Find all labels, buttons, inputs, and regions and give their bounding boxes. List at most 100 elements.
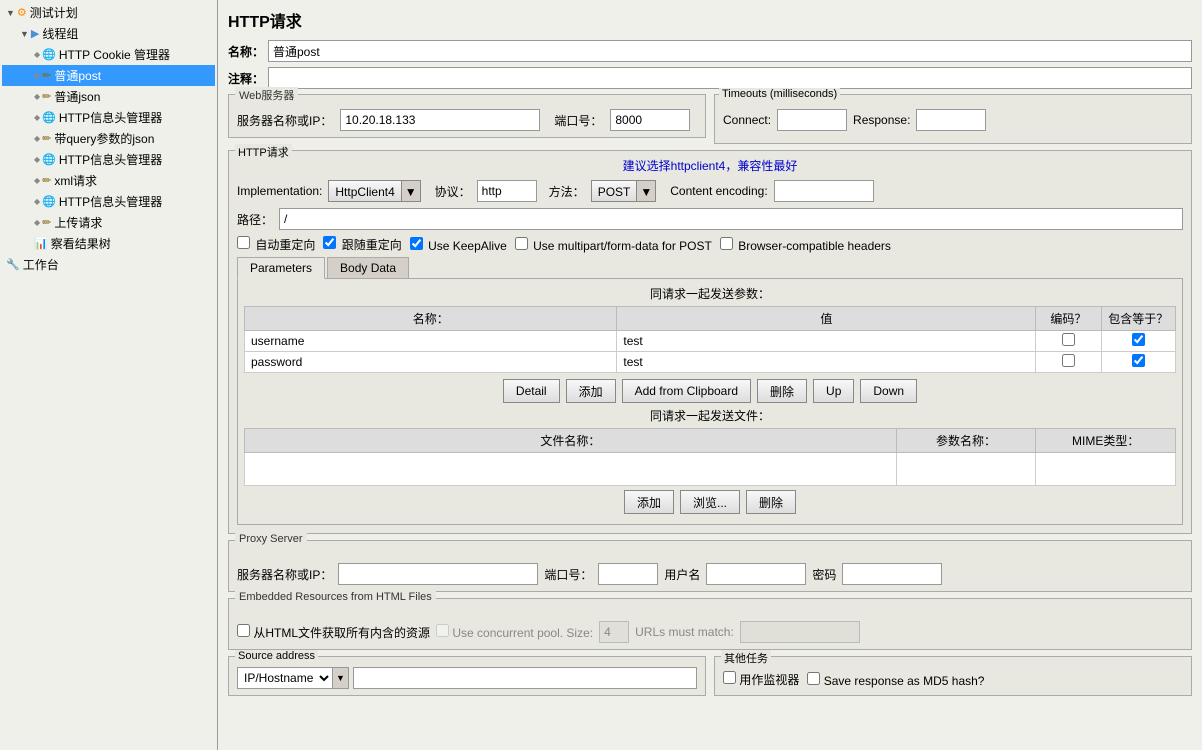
detail-button[interactable]: Detail <box>503 379 560 403</box>
impl-label: Implementation: <box>237 184 322 198</box>
name-row: 名称： <box>228 40 1192 62</box>
param-name-1: password <box>245 352 617 373</box>
sidebar-label-xml-request: xml请求 <box>54 172 97 189</box>
sidebar-item-upload[interactable]: ◆✏上传请求 <box>2 212 215 233</box>
col-value-header: 值 <box>617 307 1036 331</box>
pool-checkbox[interactable] <box>436 624 449 637</box>
port-input[interactable] <box>610 109 690 131</box>
param-encode-0[interactable] <box>1036 331 1101 352</box>
multipart-label[interactable]: Use multipart/form-data for POST <box>515 237 712 253</box>
delete-param-button[interactable]: 删除 <box>757 379 807 403</box>
sidebar-icon-workbench: 🔧 <box>6 258 20 271</box>
up-button[interactable]: Up <box>813 379 854 403</box>
file-section-label: 同请求一起发送文件： <box>244 407 1176 424</box>
sidebar-item-thread-group[interactable]: ▼▶线程组 <box>2 23 215 44</box>
proxy-server-input[interactable] <box>338 563 538 585</box>
down-button[interactable]: Down <box>860 379 917 403</box>
sidebar-item-http-header2[interactable]: ◆🌐HTTP信息头管理器 <box>2 149 215 170</box>
delete-file-button[interactable]: 删除 <box>746 490 796 514</box>
proxy-port-input[interactable] <box>598 563 658 585</box>
expand-icon-test-plan: ▼ <box>6 8 15 18</box>
sidebar-label-thread-group: 线程组 <box>42 25 78 42</box>
sidebar-label-test-plan: 测试计划 <box>30 4 78 21</box>
sidebar-item-http-header3[interactable]: ◆🌐HTTP信息头管理器 <box>2 191 215 212</box>
tab-bar: Parameters Body Data <box>237 257 1183 279</box>
sidebar-item-normal-json[interactable]: ◆✏普通json <box>2 86 215 107</box>
params-table: 名称： 值 编码？ 包含等于？ username test password t… <box>244 306 1176 373</box>
param-contain-0[interactable] <box>1101 331 1175 352</box>
proxy-title: Proxy Server <box>235 533 307 545</box>
source-address-input[interactable] <box>353 667 697 689</box>
auto-redirect-checkbox[interactable] <box>237 236 250 249</box>
proxy-pass-input[interactable] <box>842 563 942 585</box>
method-arrow-icon[interactable]: ▼ <box>636 181 655 201</box>
sidebar-label-normal-json: 普通json <box>54 88 100 105</box>
follow-redirect-label[interactable]: 跟随重定向 <box>323 236 401 253</box>
keep-alive-checkbox[interactable] <box>410 237 423 250</box>
sidebar-item-normal-post[interactable]: ◆✏普通post <box>2 65 215 86</box>
expand-icon-thread-group: ▼ <box>20 29 29 39</box>
param-contain-1[interactable] <box>1101 352 1175 373</box>
sidebar-label-upload: 上传请求 <box>54 214 102 231</box>
add-file-button[interactable]: 添加 <box>624 490 674 514</box>
source-type-select[interactable]: IP/Hostname <box>238 668 332 688</box>
proxy-section: Proxy Server 服务器名称或IP： 端口号： 用户名 密码 <box>228 540 1192 592</box>
follow-redirect-checkbox[interactable] <box>323 236 336 249</box>
proxy-user-input[interactable] <box>706 563 806 585</box>
browser-headers-label[interactable]: Browser-compatible headers <box>720 237 891 253</box>
response-input[interactable] <box>916 109 986 131</box>
multipart-checkbox[interactable] <box>515 237 528 250</box>
connect-input[interactable] <box>777 109 847 131</box>
source-title: Source address <box>235 650 318 662</box>
server-input[interactable] <box>340 109 540 131</box>
sidebar-label-http-header1: HTTP信息头管理器 <box>59 109 162 126</box>
source-type-arrow[interactable]: ▼ <box>332 668 348 688</box>
proxy-user-label: 用户名 <box>664 566 700 583</box>
sidebar-item-result-tree[interactable]: 📊察看结果树 <box>2 233 215 254</box>
embedded-checkbox-label[interactable]: 从HTML文件获取所有内含的资源 <box>237 624 430 641</box>
sidebar-label-normal-post: 普通post <box>54 67 101 84</box>
checkbox-row: 自动重定向 跟随重定向 Use KeepAlive Use multipart/… <box>237 236 1183 253</box>
impl-row: Implementation: HttpClient4 ▼ 协议： 方法： PO… <box>237 180 1183 202</box>
monitor-checkbox[interactable] <box>723 671 736 684</box>
dot-icon-upload: ◆ <box>34 218 40 227</box>
sidebar-icon-normal-json: ✏ <box>42 90 51 103</box>
col-contain-header: 包含等于？ <box>1101 307 1175 331</box>
path-input[interactable] <box>279 208 1183 230</box>
browser-headers-checkbox[interactable] <box>720 237 733 250</box>
recommendation-text: 建议选择httpclient4，兼容性最好 <box>237 157 1183 174</box>
md5-label[interactable]: Save response as MD5 hash? <box>807 672 984 688</box>
sidebar-icon-test-plan: ⚙ <box>17 6 27 19</box>
sidebar-icon-http-header3: 🌐 <box>42 195 56 208</box>
match-label: URLs must match: <box>635 625 734 639</box>
sidebar-item-http-header1[interactable]: ◆🌐HTTP信息头管理器 <box>2 107 215 128</box>
method-label: 方法： <box>549 183 585 200</box>
param-encode-1[interactable] <box>1036 352 1101 373</box>
protocol-input[interactable] <box>477 180 537 202</box>
sidebar-label-workbench: 工作台 <box>23 256 59 273</box>
browse-button[interactable]: 浏览... <box>680 490 740 514</box>
encoding-input[interactable] <box>774 180 874 202</box>
impl-arrow-icon[interactable]: ▼ <box>401 181 420 201</box>
sidebar-item-workbench[interactable]: 🔧工作台 <box>2 254 215 275</box>
params-section-label: 同请求一起发送参数： <box>244 285 1176 302</box>
auto-redirect-label[interactable]: 自动重定向 <box>237 236 315 253</box>
tab-body-data[interactable]: Body Data <box>327 257 409 279</box>
add-from-clipboard-button[interactable]: Add from Clipboard <box>622 379 751 403</box>
embedded-checkbox[interactable] <box>237 624 250 637</box>
impl-dropdown[interactable]: HttpClient4 ▼ <box>328 180 420 202</box>
comment-input[interactable] <box>268 67 1192 89</box>
md5-checkbox[interactable] <box>807 672 820 685</box>
sidebar-item-xml-request[interactable]: ◆✏xml请求 <box>2 170 215 191</box>
name-input[interactable] <box>268 40 1192 62</box>
sidebar-item-http-cookie[interactable]: ◆🌐HTTP Cookie 管理器 <box>2 44 215 65</box>
sidebar-item-query-json[interactable]: ◆✏带query参数的json <box>2 128 215 149</box>
method-dropdown[interactable]: POST ▼ <box>591 180 657 202</box>
pool-checkbox-label[interactable]: Use concurrent pool. Size: <box>436 624 593 640</box>
add-param-button[interactable]: 添加 <box>566 379 616 403</box>
sidebar-item-test-plan[interactable]: ▼⚙测试计划 <box>2 2 215 23</box>
keep-alive-label[interactable]: Use KeepAlive <box>410 237 507 253</box>
monitor-label[interactable]: 用作监视器 <box>723 671 799 688</box>
source-type-dropdown[interactable]: IP/Hostname ▼ <box>237 667 349 689</box>
tab-parameters[interactable]: Parameters <box>237 257 325 279</box>
